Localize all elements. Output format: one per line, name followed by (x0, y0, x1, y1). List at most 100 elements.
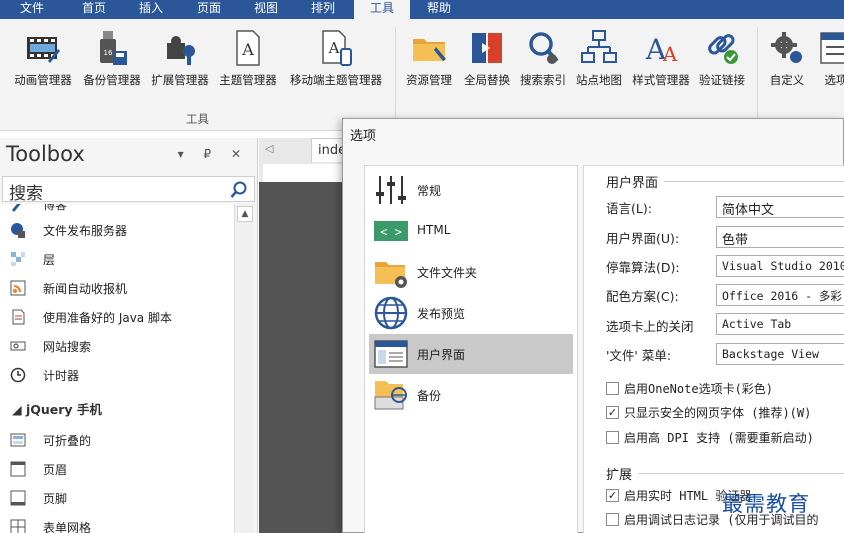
animation-manager-button[interactable]: 动画管理器 (14, 23, 72, 89)
options-nav: 常规 < > HTML 文件文件夹 发布预览 用户界面 备份 (364, 165, 578, 533)
globe-server-icon (11, 223, 25, 238)
extension-manager-label: 扩展管理器 (151, 73, 209, 87)
options-dialog: 选项 常规 < > HTML 文件文件夹 发布预览 用户界面 备份 用户界面 语… (342, 118, 844, 533)
toolbox-window-controls[interactable]: ▾ ₽ ✕ (178, 147, 249, 161)
scroll-up-icon[interactable]: ▲ (237, 206, 253, 222)
list-item[interactable]: 可折叠的 (0, 426, 234, 454)
ui-mode-select[interactable]: 色带 (716, 226, 844, 248)
sitemap-button[interactable]: 站点地图 (574, 23, 624, 89)
toolbox-item-label: 网站搜索 (43, 340, 92, 354)
style-icon: A A (645, 33, 678, 66)
site-search-icon (10, 341, 26, 351)
globe-icon (374, 296, 408, 330)
tab-scroll-left-icon[interactable]: ◁ (265, 142, 273, 155)
menu-file[interactable]: 文件 (8, 0, 56, 19)
list-item[interactable]: 表单网格 (0, 513, 234, 533)
group-divider (664, 181, 844, 182)
code-icon: < > (374, 221, 408, 241)
global-replace-button[interactable]: 全局替换 (462, 23, 512, 89)
docking-value: Visual Studio 2010 (722, 259, 844, 273)
theme-manager-button[interactable]: A 主题管理器 (218, 23, 278, 89)
list-item[interactable]: 页脚 (0, 484, 234, 512)
tab-close-select[interactable]: Active Tab (716, 313, 844, 335)
menu-insert[interactable]: 插入 (127, 0, 175, 19)
search-icon[interactable] (230, 181, 248, 199)
html-validator-checkbox[interactable]: ✓ (606, 489, 619, 502)
theme-manager-label: 主题管理器 (219, 73, 277, 87)
mobile-theme-manager-button[interactable]: A 移动端主题管理器 (290, 23, 382, 89)
toolbox-item-label: 计时器 (43, 369, 80, 383)
menu-arrange[interactable]: 排列 (299, 0, 347, 19)
svg-text:A: A (328, 39, 340, 57)
toolbox-scrollbar[interactable]: ▲ (234, 204, 254, 533)
customize-button[interactable]: 自定义 (764, 23, 810, 89)
menu-view[interactable]: 视图 (242, 0, 290, 19)
window-icon (374, 340, 408, 368)
tab-close-label: 选项卡上的关闭 (606, 319, 694, 334)
toolbox-list: 博客 文件发布服务器 层 新闻自动收报机 使用准备好的 Java 脚本 网站搜索… (0, 204, 234, 533)
toolbox-item-label: 使用准备好的 Java 脚本 (43, 311, 172, 325)
list-item[interactable]: 文件发布服务器 (0, 216, 234, 244)
menu-home[interactable]: 首页 (70, 0, 118, 19)
usb-drive-icon: 16 (100, 31, 127, 65)
replace-icon (472, 33, 502, 63)
nav-item-publish-preview[interactable]: 发布预览 (369, 293, 573, 333)
nav-item-files-folders[interactable]: 文件文件夹 (369, 252, 573, 292)
options-button[interactable]: 选项 (816, 23, 844, 89)
file-menu-select[interactable]: Backstage View (716, 343, 844, 365)
theme-doc-icon: A (236, 30, 260, 66)
link-check-icon (708, 34, 738, 64)
gear-icon (771, 32, 802, 63)
toolbox-search-input[interactable]: 搜索 (9, 179, 43, 204)
global-replace-label: 全局替换 (464, 73, 510, 87)
safe-fonts-checkbox[interactable]: ✓ (606, 406, 619, 419)
svg-text:A: A (662, 42, 678, 66)
debug-log-checkbox[interactable] (606, 513, 619, 526)
toolbox-item-label: 层 (43, 253, 56, 267)
editor-canvas[interactable] (259, 182, 343, 533)
menu-help[interactable]: 帮助 (415, 0, 463, 19)
search-index-button[interactable]: 搜索索引 (518, 23, 568, 89)
toolbox-title: Toolbox (6, 142, 85, 166)
backup-manager-label: 备份管理器 (83, 73, 141, 87)
toolbox-item-label: 可折叠的 (43, 434, 92, 448)
nav-item-backup[interactable]: 备份 (369, 375, 573, 415)
resource-manager-button[interactable]: 资源管理 (404, 23, 454, 89)
nav-label: 发布预览 (417, 307, 466, 321)
nav-label: 常规 (417, 184, 442, 198)
search-index-label: 搜索索引 (520, 73, 566, 87)
backup-manager-button[interactable]: 16 备份管理器 (82, 23, 142, 89)
list-item[interactable]: 层 (0, 245, 234, 273)
options-content: 用户界面 语言(L): 简体中文 用户界面(U): 色带 停靠算法(D): Vi… (583, 165, 844, 533)
menu-tools[interactable]: 工具 (354, 0, 410, 20)
list-item[interactable]: 网站搜索 (0, 332, 234, 360)
ui-group-title: 用户界面 (606, 176, 659, 191)
menu-page[interactable]: 页面 (185, 0, 233, 19)
svg-text:A: A (241, 40, 254, 59)
validate-links-button[interactable]: 验证链接 (696, 23, 748, 89)
toolbox-item-label: 博客 (43, 204, 68, 212)
language-select[interactable]: 简体中文 (716, 196, 844, 218)
group-tools-label: 工具 (186, 112, 209, 126)
onenote-tab-checkbox[interactable] (606, 382, 619, 395)
toolbox-search-box[interactable]: 搜索 (2, 176, 255, 204)
nav-item-general[interactable]: 常规 (369, 170, 573, 210)
category-jquery-mobile[interactable]: ◢ jQuery 手机 (12, 399, 102, 418)
docking-select[interactable]: Visual Studio 2010 (716, 255, 844, 277)
extension-manager-button[interactable]: 扩展管理器 (150, 23, 210, 89)
list-item[interactable]: 页眉 (0, 455, 234, 483)
search-gear-icon (529, 32, 559, 64)
color-scheme-select[interactable]: Office 2016 - 多彩 (716, 284, 844, 306)
high-dpi-checkbox[interactable] (606, 431, 619, 444)
list-item[interactable]: 计时器 (0, 361, 234, 389)
ribbon: 动画管理器 16 备份管理器 扩展管理器 A 主题管理器 A 移动端主题管理器 … (0, 19, 844, 131)
style-manager-button[interactable]: A A 样式管理器 (632, 23, 690, 89)
validate-links-label: 验证链接 (699, 73, 745, 87)
nav-label: 用户界面 (417, 348, 466, 362)
nav-item-html[interactable]: < > HTML (369, 211, 573, 251)
nav-label: 备份 (417, 389, 442, 403)
nav-item-user-interface[interactable]: 用户界面 (369, 334, 573, 374)
list-item[interactable]: 使用准备好的 Java 脚本 (0, 303, 234, 331)
list-item[interactable]: 新闻自动收报机 (0, 274, 234, 302)
rss-icon (10, 280, 26, 296)
